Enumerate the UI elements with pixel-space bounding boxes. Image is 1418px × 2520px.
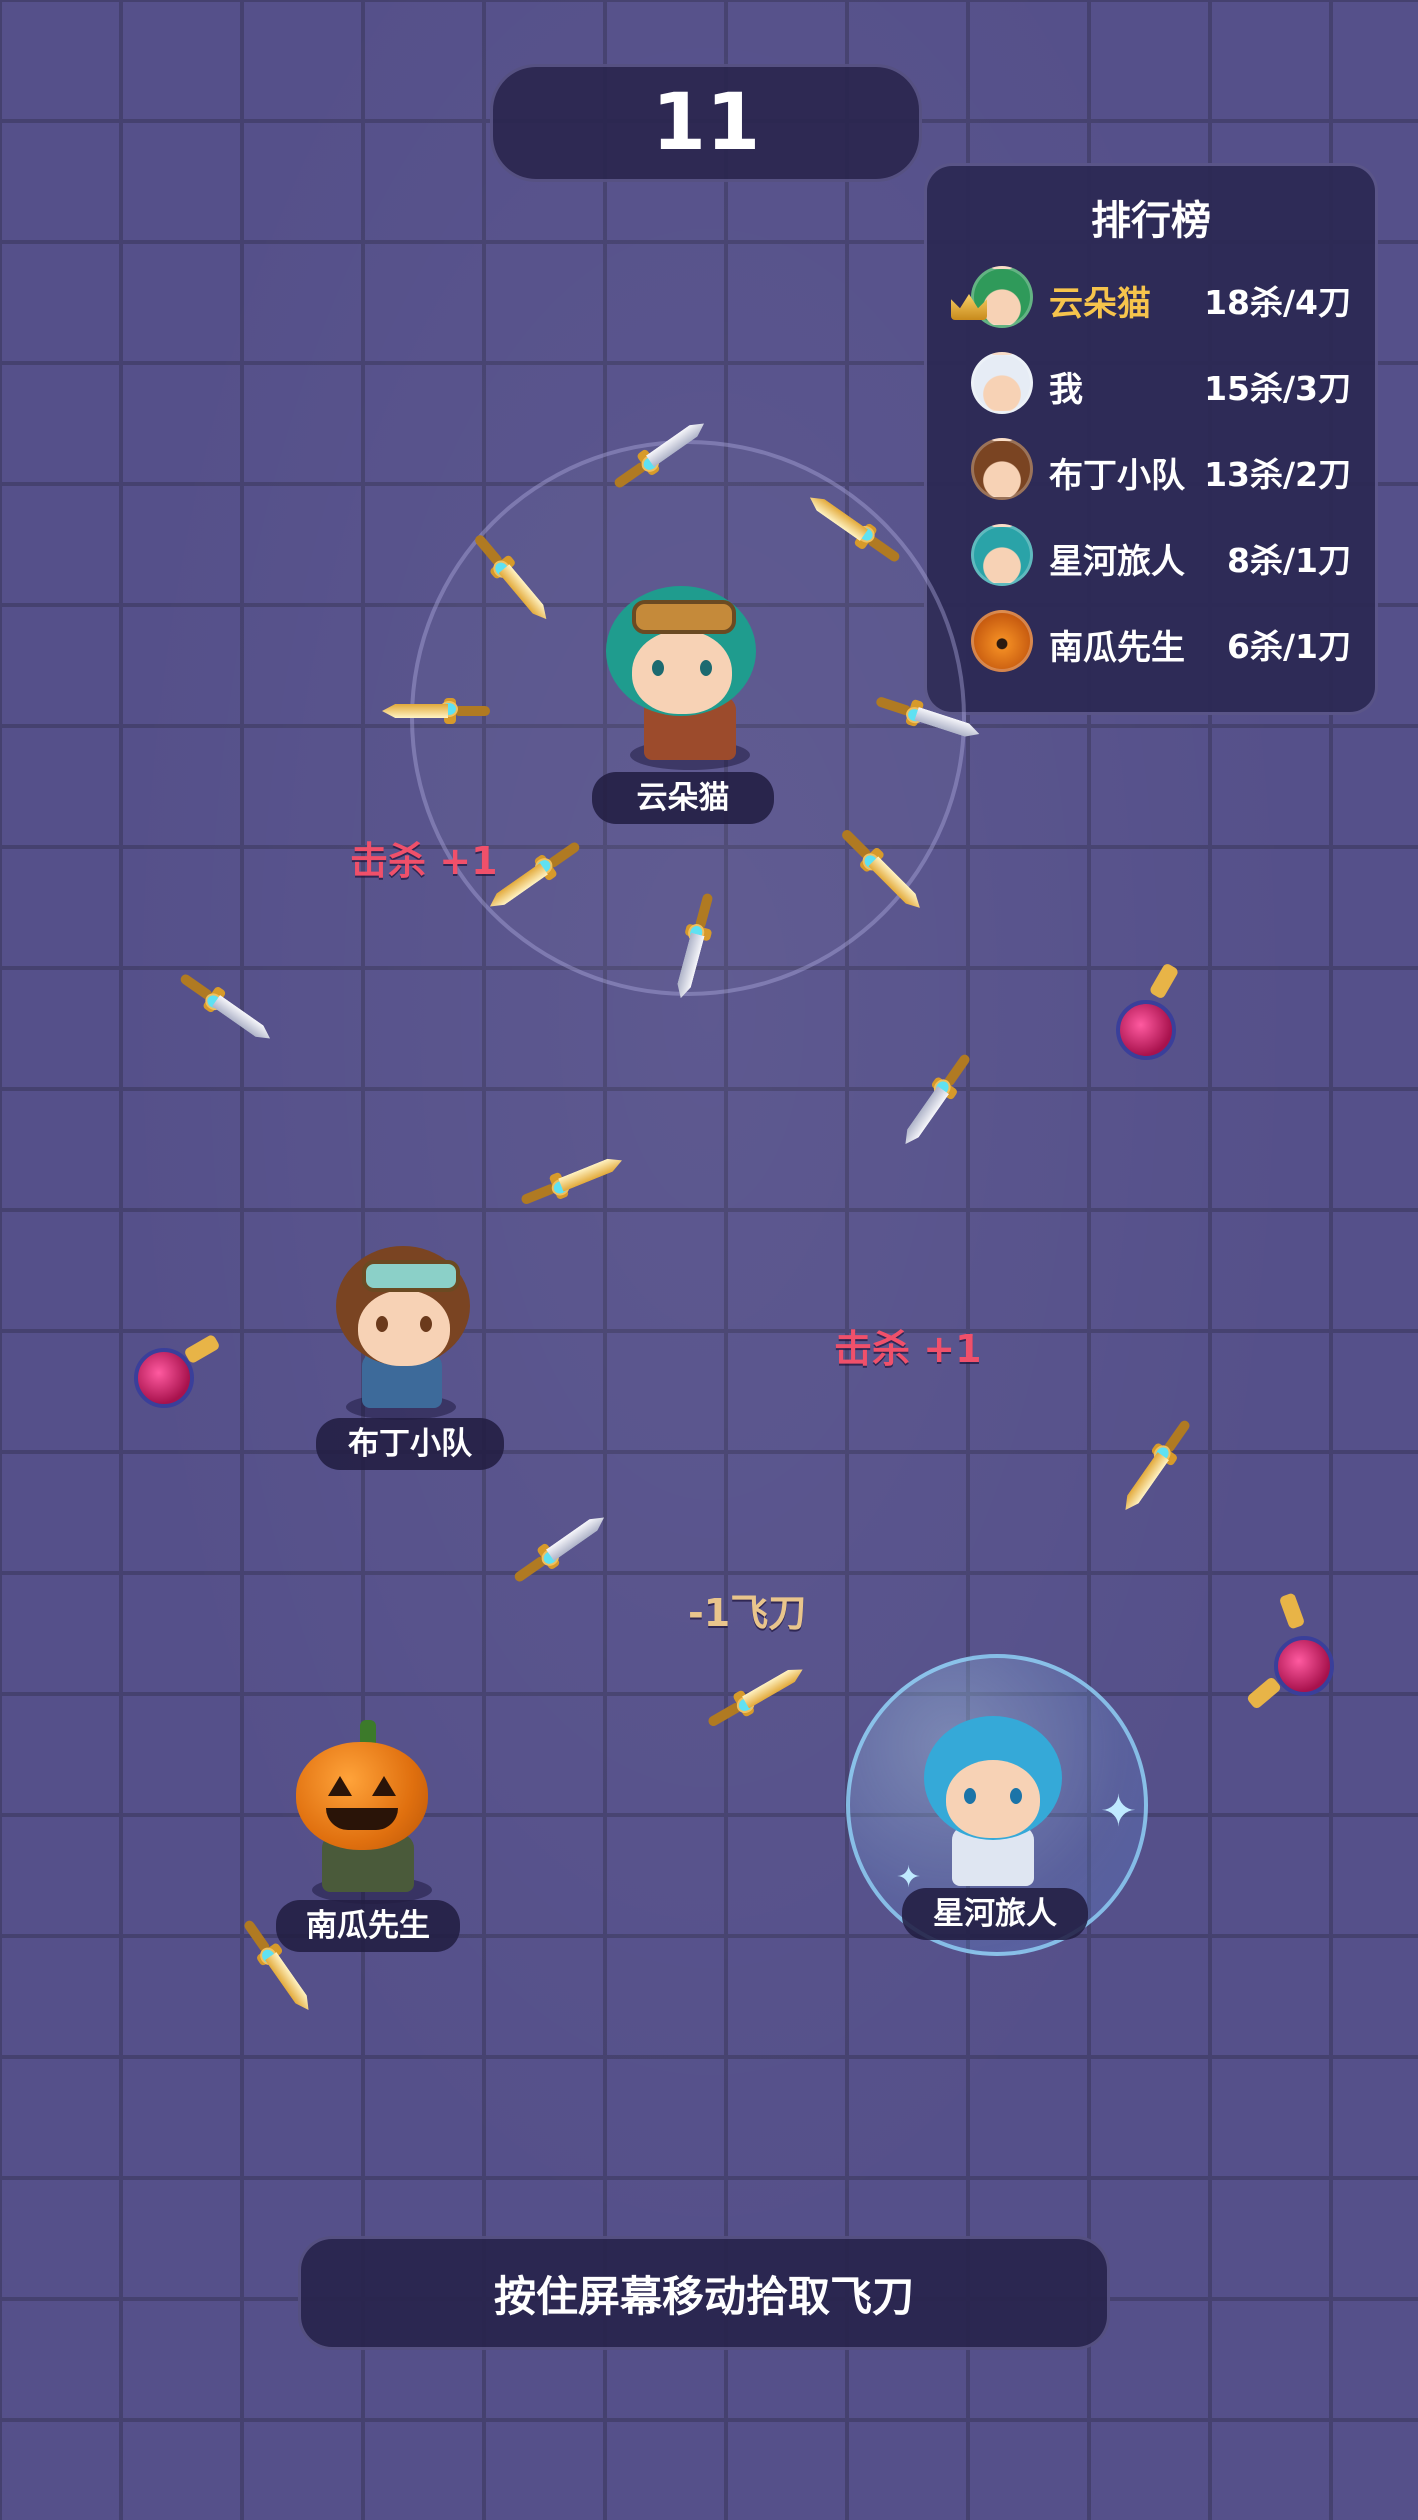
sparkle-icon: ✦ (1100, 1786, 1137, 1837)
leaderboard-score: 13杀/2刀 (1204, 455, 1351, 494)
player-face (632, 630, 732, 714)
leaderboard-row: 南瓜先生 6杀/1刀 (927, 602, 1375, 680)
control-hint-text: 按住屏幕移动拾取飞刀 (493, 2271, 914, 2321)
teal-hair-icon (971, 524, 1033, 586)
knife-icon (506, 1507, 611, 1591)
knife-icon (382, 698, 492, 724)
leaderboard-score: 8杀/1刀 (1227, 541, 1351, 580)
leaderboard-row: 星河旅人 8杀/1刀 (927, 516, 1375, 594)
brown-hair-goggles-icon (971, 438, 1033, 500)
leaderboard-score: 15杀/3刀 (1204, 369, 1351, 408)
knife-icon (515, 1148, 627, 1213)
leaderboard-name: 星河旅人 (1049, 542, 1185, 582)
kill-popup: 击杀 +1 (834, 1327, 982, 1371)
white-hair-icon (971, 352, 1033, 414)
knife-icon (701, 1658, 809, 1736)
leaderboard-row: 布丁小队 13杀/2刀 (927, 430, 1375, 508)
leaderboard-name: 我 (1049, 370, 1083, 410)
leaderboard-row: 我 15杀/3刀 (927, 344, 1375, 422)
control-hint: 按住屏幕移动拾取飞刀 (298, 2236, 1110, 2350)
player-face (946, 1760, 1040, 1838)
goggles-icon (632, 600, 736, 634)
player-face (358, 1290, 450, 1366)
knife-icon (1115, 1412, 1199, 1517)
pumpkin-mouth (326, 1808, 398, 1830)
player-nametag: 南瓜先生 (276, 1900, 460, 1952)
kill-popup: 击杀 +1 (350, 839, 498, 883)
player-eye (700, 660, 712, 676)
leaderboard-score: 6杀/1刀 (1227, 627, 1351, 666)
player-eye (964, 1788, 976, 1804)
leaderboard-score: 18杀/4刀 (1204, 283, 1351, 322)
player-eye (652, 660, 664, 676)
player-eye (420, 1316, 432, 1332)
leaderboard-panel: 排行榜 云朵猫 18杀/4刀 我 15杀/3刀 布丁小队 13杀/2刀 星河旅人… (924, 163, 1378, 715)
leaderboard-name: 南瓜先生 (1049, 628, 1185, 668)
leaderboard-row: 云朵猫 18杀/4刀 (927, 258, 1375, 336)
player-nametag: 云朵猫 (592, 772, 774, 824)
knife-icon (895, 1046, 979, 1151)
player-nametag: 星河旅人 (902, 1888, 1088, 1940)
player-eye (376, 1316, 388, 1332)
knife-icon (172, 965, 277, 1049)
leaderboard-name: 云朵猫 (1049, 284, 1151, 324)
knife-loss-popup: -1飞刀 (688, 1591, 807, 1635)
player-eye (1010, 1788, 1022, 1804)
leaderboard-title: 排行榜 (1091, 198, 1211, 244)
player-nametag: 布丁小队 (316, 1418, 504, 1470)
round-timer: 11 (490, 64, 922, 182)
goggles-icon (362, 1260, 460, 1292)
pumpkin-head-icon (296, 1742, 428, 1850)
leaderboard-name: 布丁小队 (1049, 456, 1185, 496)
pumpkin-icon (971, 610, 1033, 672)
timer-value: 11 (651, 78, 761, 168)
